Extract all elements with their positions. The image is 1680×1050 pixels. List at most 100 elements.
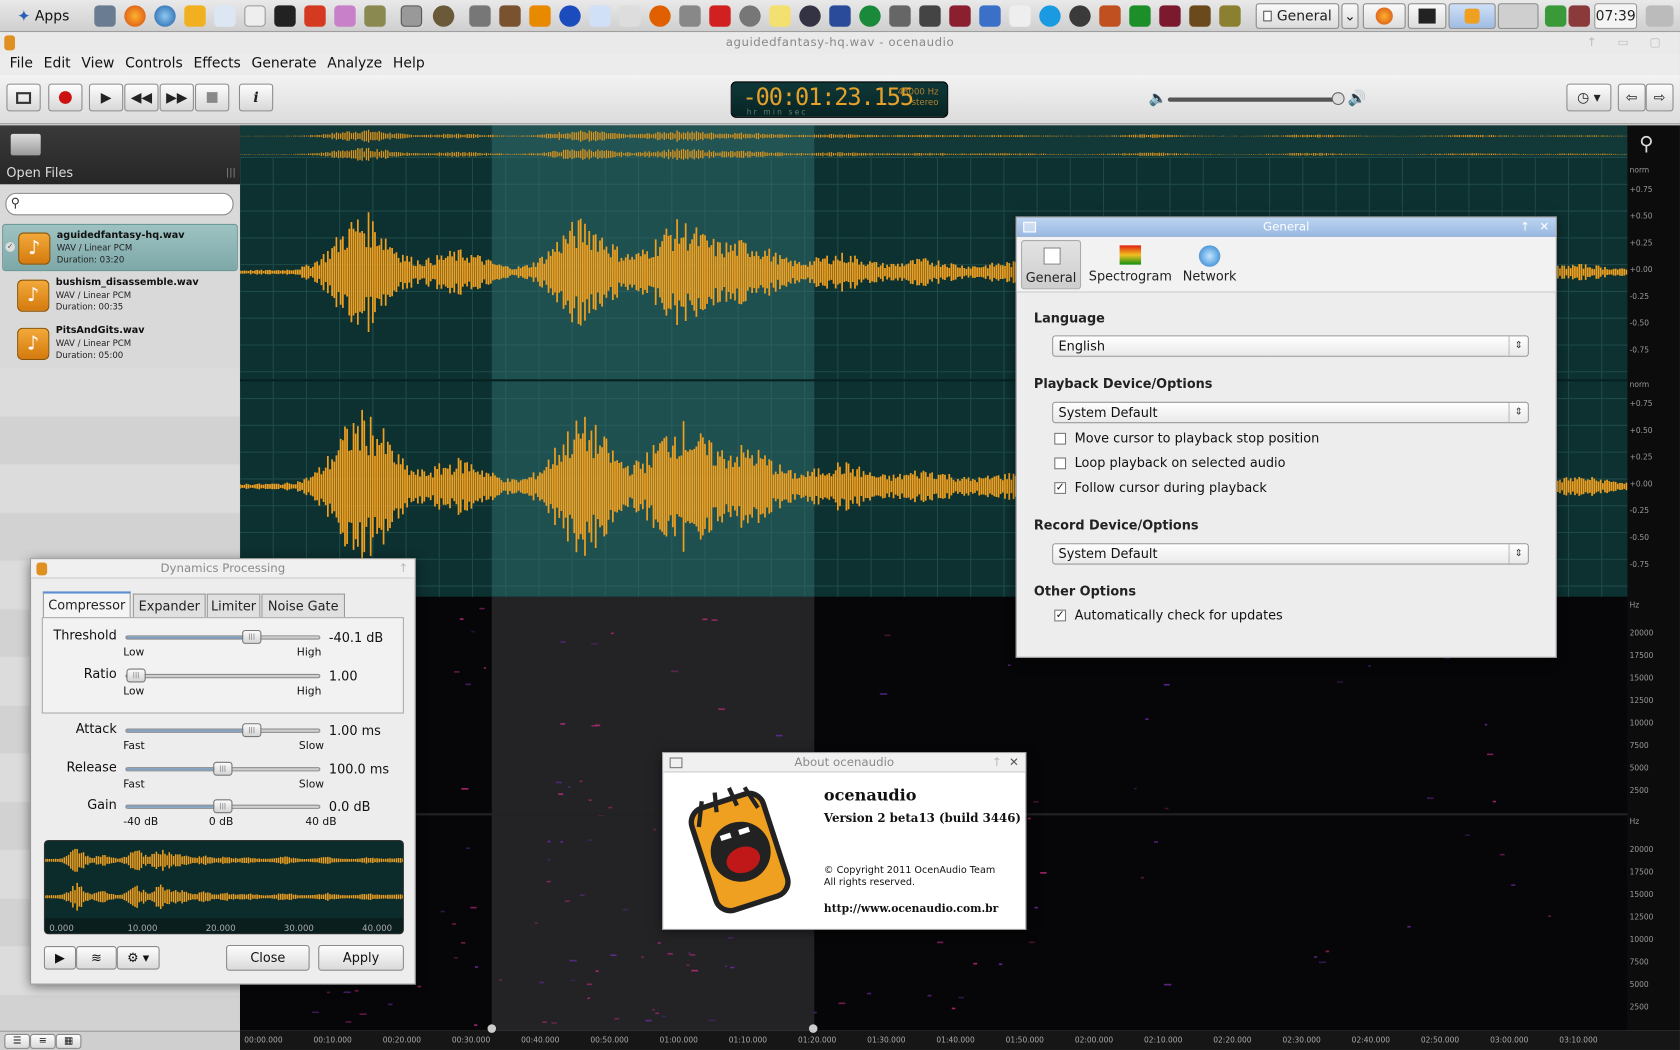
time-ruler[interactable]: 00:00.000 00:10.000 00:20.000 00:30.000 00:4… <box>239 1024 1680 1050</box>
app-icon[interactable] <box>649 5 671 27</box>
taskbar-empty-slot[interactable] <box>1497 3 1539 29</box>
gain-slider-handle[interactable]: ||| <box>213 799 233 814</box>
preview-settings-button[interactable]: ⚙ ▾ <box>116 946 160 970</box>
detail-view-button[interactable]: ≡ <box>29 1033 56 1049</box>
taskbar-task-firefox[interactable] <box>1362 3 1406 29</box>
app-icon[interactable] <box>769 5 791 27</box>
preview-waveform[interactable]: 0.000 10.000 20.000 30.000 40.000 <box>43 839 404 935</box>
threshold-slider-handle[interactable]: ||| <box>242 629 262 644</box>
attack-slider-handle[interactable]: ||| <box>242 723 262 738</box>
tab-limiter[interactable]: Limiter <box>206 593 261 618</box>
attack-slider[interactable]: ||| <box>125 723 321 738</box>
app-icon[interactable] <box>1189 5 1211 27</box>
pen-icon[interactable] <box>469 5 491 27</box>
dynamics-title-bar[interactable]: Dynamics Processing ↑ <box>31 559 415 579</box>
close-icon[interactable]: ✕ <box>1539 217 1549 236</box>
taskbar-task-general[interactable]: General <box>1255 3 1340 29</box>
tab-expander[interactable]: Expander <box>132 593 206 618</box>
ratio-slider[interactable]: ||| <box>125 668 321 683</box>
selection-start-marker[interactable] <box>487 1024 497 1033</box>
volume-slider[interactable] <box>1167 97 1342 102</box>
about-title-bar[interactable]: About ocenaudio ↑ ✕ <box>663 753 1026 773</box>
ratio-slider-handle[interactable]: ||| <box>126 668 146 683</box>
tab-spectrogram[interactable]: Spectrogram <box>1087 240 1173 289</box>
taskbar-dropdown-button[interactable]: ⌄ <box>1341 3 1359 29</box>
about-url-link[interactable]: http://www.ocenaudio.com.br <box>824 903 998 915</box>
headphones-icon[interactable] <box>1069 5 1091 27</box>
browser-icon[interactable] <box>154 5 176 27</box>
threshold-slider[interactable]: ||| <box>125 629 321 644</box>
menu-generate[interactable]: Generate <box>246 54 322 75</box>
volume-slider-handle[interactable] <box>1331 92 1345 105</box>
apply-button[interactable]: Apply <box>318 944 404 971</box>
menu-controls[interactable]: Controls <box>120 54 188 75</box>
general-title-bar[interactable]: General ↑ ✕ <box>1016 217 1556 237</box>
list-view-button[interactable]: ☰ <box>4 1033 30 1049</box>
rewind-button[interactable]: ◀◀ <box>124 83 159 112</box>
release-slider[interactable]: ||| <box>125 761 321 776</box>
app-icon[interactable] <box>709 5 731 27</box>
preview-waveform-canvas[interactable]: 0.000 10.000 20.000 30.000 40.000 <box>44 841 404 934</box>
move-cursor-checkbox[interactable] <box>1054 432 1067 445</box>
file-search-input[interactable]: ⚲ <box>5 192 234 216</box>
file-list-item[interactable]: ♪ aguidedfantasy-hq.wav WAV / Linear PCM Du… <box>2 223 238 272</box>
history-button[interactable]: ◷ ▾ <box>1566 83 1612 112</box>
app-icon[interactable] <box>529 5 551 27</box>
pin-icon[interactable]: ↑ <box>398 559 408 578</box>
app-icon[interactable] <box>364 5 386 27</box>
tab-network[interactable]: Network <box>1180 240 1240 289</box>
stop-button[interactable] <box>194 83 230 112</box>
menu-help[interactable]: Help <box>388 54 430 75</box>
clock[interactable]: 07:39 <box>1594 3 1638 29</box>
follow-cursor-checkbox[interactable]: ✓ <box>1054 482 1067 494</box>
tab-compressor[interactable]: Compressor <box>42 591 131 618</box>
toggle-sidebar-button[interactable] <box>6 83 41 112</box>
app-icon[interactable] <box>1039 5 1061 27</box>
fast-forward-button[interactable]: ▶▶ <box>159 83 194 112</box>
firefox-icon[interactable] <box>124 5 146 27</box>
app-icon[interactable] <box>619 5 641 27</box>
playback-device-select[interactable]: System Default ⇕ <box>1052 401 1529 424</box>
taskbar-task-ocenaudio[interactable] <box>1448 3 1496 29</box>
preview-waveform-button[interactable]: ≋ <box>76 946 117 970</box>
app-icon[interactable] <box>799 5 821 27</box>
network-tray-icon[interactable] <box>1544 5 1567 27</box>
pin-icon[interactable]: ↑ <box>1520 217 1530 236</box>
file-list-item[interactable]: ♪ PitsAndGits.wav WAV / Linear PCM Duration… <box>2 320 238 367</box>
app-icon[interactable] <box>679 5 701 27</box>
app-icon[interactable] <box>1009 5 1031 27</box>
app-icon[interactable] <box>1159 5 1181 27</box>
folder-icon[interactable] <box>10 133 41 156</box>
tab-general[interactable]: General <box>1021 239 1082 290</box>
close-icon[interactable]: ✕ <box>1009 753 1019 772</box>
selection-end-marker[interactable] <box>808 1024 818 1033</box>
app-icon[interactable] <box>829 5 851 27</box>
app-icon[interactable] <box>1219 5 1241 27</box>
files-icon[interactable] <box>94 5 116 27</box>
app-icon[interactable] <box>499 5 521 27</box>
window-controls[interactable]: ↑ ▭ ▢ <box>1587 32 1669 53</box>
app-icon[interactable] <box>1099 5 1121 27</box>
menu-edit[interactable]: Edit <box>38 54 76 75</box>
app-icon[interactable] <box>1129 5 1151 27</box>
gain-slider[interactable]: ||| <box>125 799 321 814</box>
tab-noise-gate[interactable]: Noise Gate <box>261 593 345 618</box>
app-icon[interactable] <box>432 5 455 27</box>
info-button[interactable]: i <box>238 83 274 112</box>
file-list-item[interactable]: ♪ bushism_disassemble.wav WAV / Linear PCM… <box>2 272 238 319</box>
grid-view-button[interactable]: ▦ <box>55 1033 82 1049</box>
pin-icon[interactable]: ↑ <box>992 753 1002 772</box>
release-slider-handle[interactable]: ||| <box>213 761 233 776</box>
document-icon[interactable] <box>244 5 266 27</box>
sidebar-grip-icon[interactable]: ||| <box>226 168 236 179</box>
menu-analyze[interactable]: Analyze <box>322 54 388 75</box>
app-icon[interactable] <box>949 5 971 27</box>
auto-update-checkbox[interactable]: ✓ <box>1054 609 1067 622</box>
play-button[interactable]: ▶ <box>88 83 124 112</box>
menu-file[interactable]: File <box>4 54 38 75</box>
loop-playback-checkbox[interactable] <box>1054 457 1067 470</box>
preview-play-button[interactable]: ▶ <box>43 946 77 970</box>
terminal-icon[interactable] <box>274 5 296 27</box>
app-icon[interactable] <box>889 5 911 27</box>
menu-effects[interactable]: Effects <box>188 54 246 75</box>
